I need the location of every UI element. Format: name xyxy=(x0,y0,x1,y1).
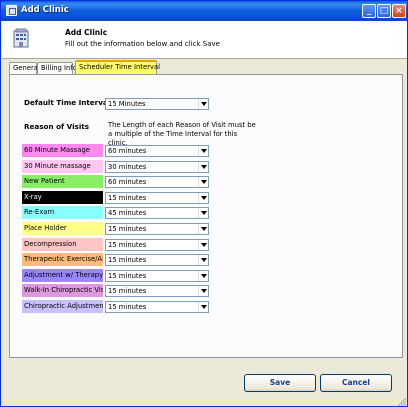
reason-length-value: 15 minutes xyxy=(108,225,147,233)
reason-length-value: 15 minutes xyxy=(108,194,147,202)
chevron-down-icon[interactable] xyxy=(198,271,208,281)
chevron-down-icon[interactable] xyxy=(198,255,208,265)
reason-length-value: 15 minutes xyxy=(108,303,147,311)
reason-label: Therapeutic Exercise/ADL xyxy=(22,253,103,266)
reason-label: 30 Minute massage xyxy=(22,160,103,173)
chevron-down-icon[interactable] xyxy=(198,208,208,218)
window-title: Add Clinic xyxy=(21,5,69,15)
header-subtitle: Fill out the information below and click… xyxy=(65,40,220,48)
dialog-header: Add Clinic Fill out the information belo… xyxy=(2,21,407,59)
chevron-down-icon[interactable] xyxy=(198,162,208,172)
chevron-down-icon[interactable] xyxy=(198,99,208,109)
tab-scheduler-time-interval[interactable]: Scheduler Time Interval xyxy=(75,60,160,75)
default-interval-label: Default Time Interval xyxy=(24,98,111,107)
reason-length-value: 45 minutes xyxy=(108,209,147,217)
reason-length-value: 60 minutes xyxy=(108,178,147,186)
reason-length-value: 30 minutes xyxy=(108,163,147,171)
reason-length-select[interactable]: 30 minutes xyxy=(105,161,209,173)
reason-label: Place Holder xyxy=(22,222,103,235)
minimize-button[interactable]: _ xyxy=(362,4,376,18)
clinic-icon xyxy=(6,5,17,16)
maximize-button[interactable]: □ xyxy=(377,4,391,18)
header-title: Add Clinic xyxy=(65,28,108,37)
reason-length-select[interactable]: 15 minutes xyxy=(105,270,209,282)
reason-label: Adjustment w/ Therapy xyxy=(22,269,103,282)
title-bar[interactable]: Add Clinic _ □ × xyxy=(1,1,407,21)
save-button[interactable]: Save xyxy=(244,374,316,392)
reason-length-select[interactable]: 45 minutes xyxy=(105,207,209,219)
reason-length-select[interactable]: 60 minutes xyxy=(105,176,209,188)
reason-label: 60 Minute Massage xyxy=(22,144,103,157)
reason-label: Chiropractic Adjustment xyxy=(22,300,103,313)
reason-length-select[interactable]: 15 minutes xyxy=(105,285,209,297)
reason-length-value: 15 minutes xyxy=(108,272,147,280)
chevron-down-icon[interactable] xyxy=(198,193,208,203)
reason-length-value: 15 minutes xyxy=(108,287,147,295)
default-interval-value: 15 Minutes xyxy=(108,100,146,108)
reason-length-select[interactable]: 15 minutes xyxy=(105,254,209,266)
default-interval-select[interactable]: 15 Minutes xyxy=(105,98,209,110)
reason-label: Re-Exam xyxy=(22,206,103,219)
reason-length-select[interactable]: 15 minutes xyxy=(105,192,209,204)
reasons-label: Reason of Visits xyxy=(24,122,90,131)
add-clinic-window: Add Clinic _ □ × Add Clinic Fill out the… xyxy=(0,0,408,407)
chevron-down-icon[interactable] xyxy=(198,302,208,312)
close-button[interactable]: × xyxy=(392,4,406,18)
building-icon xyxy=(13,28,29,48)
chevron-down-icon[interactable] xyxy=(198,224,208,234)
reason-label: Walk-In Chiropractic Visit xyxy=(22,284,103,297)
reason-length-value: 15 minutes xyxy=(108,256,147,264)
reason-length-value: 15 minutes xyxy=(108,241,147,249)
reason-length-select[interactable]: 60 minutes xyxy=(105,145,209,157)
reason-length-select[interactable]: 15 minutes xyxy=(105,301,209,313)
chevron-down-icon[interactable] xyxy=(198,286,208,296)
reason-label: New Patient xyxy=(22,175,103,188)
reason-length-value: 60 minutes xyxy=(108,147,147,155)
cancel-button[interactable]: Cancel xyxy=(320,374,392,392)
reason-label: Decompression xyxy=(22,238,103,251)
reason-length-select[interactable]: 15 minutes xyxy=(105,239,209,251)
interval-note: The Length of each Reason of Visit must … xyxy=(108,121,256,147)
reason-length-select[interactable]: 15 minutes xyxy=(105,223,209,235)
chevron-down-icon[interactable] xyxy=(198,177,208,187)
reason-label: X-ray xyxy=(22,191,103,204)
chevron-down-icon[interactable] xyxy=(198,146,208,156)
chevron-down-icon[interactable] xyxy=(198,240,208,250)
resize-grip-icon[interactable] xyxy=(397,397,407,407)
